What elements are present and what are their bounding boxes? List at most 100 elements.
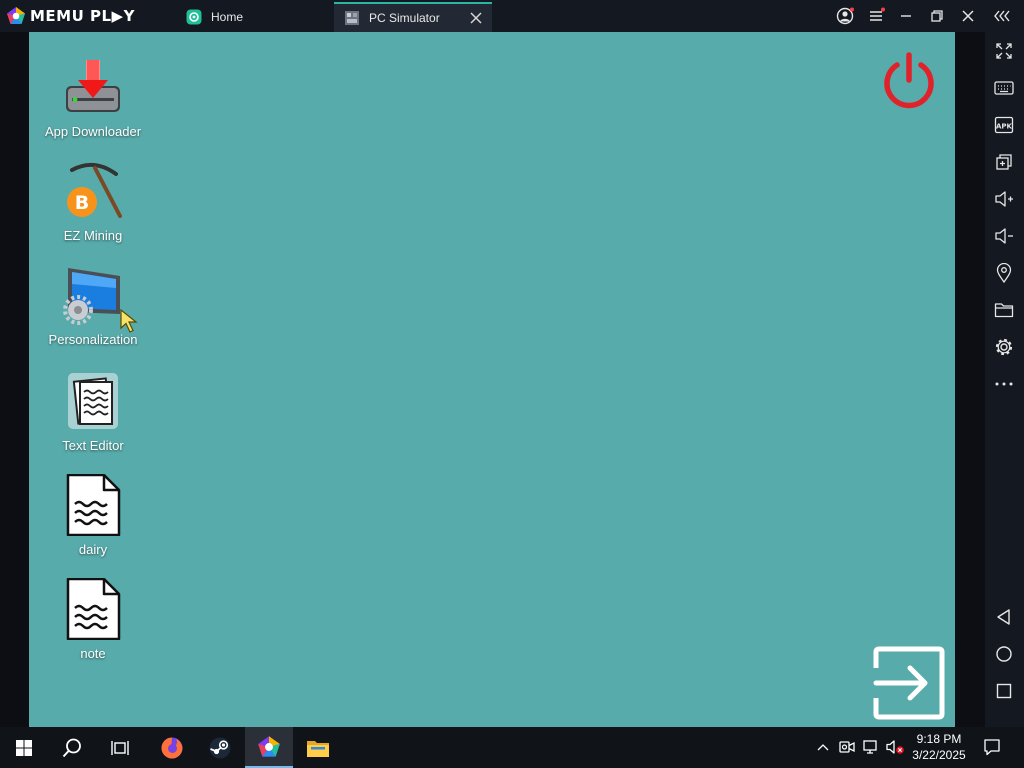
- tab-home-label: Home: [211, 10, 244, 24]
- android-recents-button[interactable]: [993, 680, 1015, 702]
- back-icon: [997, 609, 1010, 625]
- app-downloader-icon: [66, 60, 120, 112]
- desktop-icon-app-downloader[interactable]: App Downloader: [35, 56, 151, 139]
- settings-icon: [995, 338, 1013, 356]
- notification-icon: [984, 739, 1000, 756]
- pc-simulator-desktop[interactable]: App Downloader B EZ Mining Personalizati…: [29, 32, 955, 727]
- windows-logo-icon: [16, 739, 32, 756]
- desktop-icon-text-editor[interactable]: Text Editor: [35, 370, 151, 453]
- volume-tray-button[interactable]: [885, 737, 905, 757]
- folder-icon: [994, 303, 1014, 318]
- firefox-taskbar-button[interactable]: [148, 727, 196, 768]
- memu-logo-icon: [7, 7, 25, 24]
- tab-pc-simulator[interactable]: PC Simulator: [334, 2, 492, 32]
- note-label: note: [80, 646, 106, 661]
- power-icon[interactable]: [879, 50, 939, 110]
- fullscreen-icon: [996, 43, 1012, 59]
- tab-pc-simulator-label: PC Simulator: [369, 11, 440, 25]
- user-account-icon: [836, 7, 854, 25]
- volume-down-icon: [995, 228, 1013, 244]
- webcam-icon: [839, 741, 855, 753]
- restore-window-icon: [931, 10, 943, 22]
- show-hidden-icons-button[interactable]: [813, 737, 833, 757]
- task-view-icon: [111, 740, 129, 755]
- android-back-button[interactable]: [993, 606, 1015, 628]
- tab-home[interactable]: Home: [176, 2, 332, 32]
- exit-icon[interactable]: [872, 646, 946, 720]
- network-icon: [863, 740, 877, 754]
- recents-icon: [996, 683, 1012, 699]
- memu-app-icon: [258, 735, 280, 757]
- search-button[interactable]: [48, 727, 96, 768]
- start-button[interactable]: [0, 727, 48, 768]
- shared-folder-button[interactable]: [993, 299, 1015, 321]
- account-button[interactable]: [835, 6, 855, 26]
- apk-icon: APK: [994, 116, 1014, 134]
- memu-home-icon: [186, 9, 202, 25]
- network-tray-button[interactable]: [861, 737, 881, 757]
- memu-sidebar: APK: [985, 32, 1024, 727]
- taskbar-clock[interactable]: 9:18 PM 3/22/2025: [906, 731, 972, 763]
- memu-logo[interactable]: MEMU PL▶Y: [6, 6, 135, 26]
- mouse-cursor-icon: [120, 308, 138, 333]
- bitcoin-pickaxe-icon: B: [67, 162, 122, 218]
- file-explorer-taskbar-button[interactable]: [294, 727, 342, 768]
- file-explorer-icon: [307, 740, 329, 757]
- camera-tray-button[interactable]: [837, 737, 857, 757]
- left-gutter: [0, 32, 29, 727]
- volume-up-icon: [995, 191, 1013, 207]
- clock-date: 3/22/2025: [912, 748, 966, 762]
- task-view-button[interactable]: [96, 727, 144, 768]
- windows-taskbar: 9:18 PM 3/22/2025: [0, 727, 1024, 768]
- apk-install-button[interactable]: APK: [993, 114, 1015, 136]
- clock-time: 9:18 PM: [916, 732, 962, 746]
- minimize-button[interactable]: [896, 6, 916, 26]
- android-home-button[interactable]: [993, 643, 1015, 665]
- notifications-button[interactable]: [982, 737, 1002, 757]
- keyboard-button[interactable]: [993, 77, 1015, 99]
- home-circle-icon: [996, 646, 1012, 662]
- minimize-icon: [901, 15, 911, 17]
- personalization-label: Personalization: [48, 332, 138, 347]
- triple-chevron-left-icon: [994, 10, 1010, 22]
- text-file-icon: [66, 474, 121, 536]
- monitor-gear-icon: [63, 268, 120, 325]
- restore-button[interactable]: [927, 6, 947, 26]
- desktop-icon-note[interactable]: note: [35, 578, 151, 661]
- dairy-label: dairy: [78, 542, 108, 557]
- more-icon: [995, 382, 1013, 386]
- hamburger-menu-icon: [870, 7, 885, 21]
- steam-taskbar-button[interactable]: [196, 727, 244, 768]
- text-editor-icon: [68, 373, 118, 429]
- location-button[interactable]: [993, 262, 1015, 284]
- multi-window-icon: [996, 154, 1012, 170]
- location-icon: [996, 263, 1012, 283]
- steam-icon: [209, 737, 231, 758]
- desktop-icon-ez-mining[interactable]: B EZ Mining: [35, 160, 151, 243]
- apk-icon-text: APK: [996, 123, 1013, 131]
- collapse-sidebar-button[interactable]: [993, 6, 1013, 26]
- more-button[interactable]: [993, 373, 1015, 395]
- fullscreen-button[interactable]: [993, 40, 1015, 62]
- menu-button[interactable]: [866, 6, 886, 26]
- keyboard-icon: [994, 81, 1014, 95]
- memu-brand-text: MEMU PL▶Y: [30, 7, 135, 25]
- volume-up-button[interactable]: [993, 188, 1015, 210]
- text-editor-label: Text Editor: [62, 438, 124, 453]
- close-icon: [962, 10, 974, 22]
- desktop-icon-dairy[interactable]: dairy: [35, 474, 151, 557]
- svg-text:B: B: [75, 192, 89, 214]
- right-gutter: [955, 32, 985, 727]
- close-button[interactable]: [958, 6, 978, 26]
- pc-simulator-icon: [345, 11, 359, 25]
- multi-instance-button[interactable]: [993, 151, 1015, 173]
- speaker-muted-icon: [886, 740, 904, 754]
- settings-button[interactable]: [993, 336, 1015, 358]
- chevron-up-icon: [817, 744, 829, 751]
- memu-taskbar-button[interactable]: [245, 727, 293, 768]
- desktop-icon-personalization[interactable]: Personalization: [35, 264, 151, 347]
- volume-down-button[interactable]: [993, 225, 1015, 247]
- app-downloader-label: App Downloader: [44, 124, 142, 139]
- close-tab-icon[interactable]: [468, 10, 484, 26]
- text-file-icon: [66, 578, 121, 640]
